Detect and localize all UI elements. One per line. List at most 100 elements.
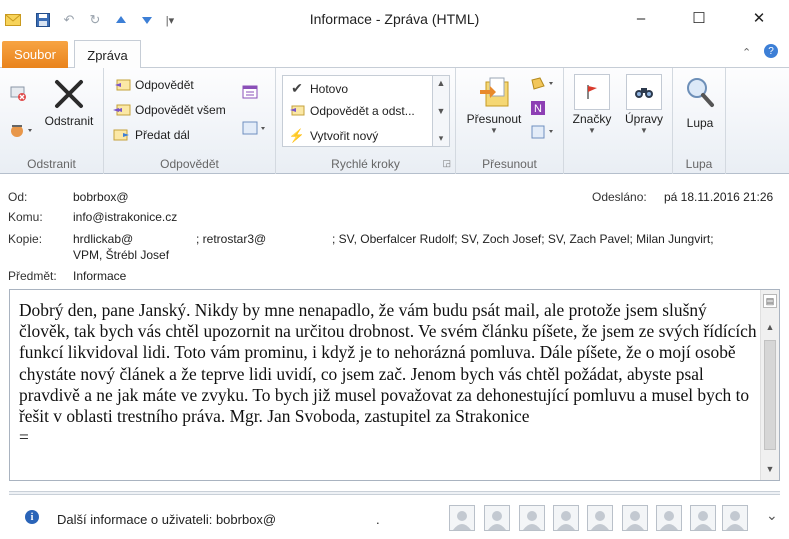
ribbon: Odstranit Odstranit Odpovědět Odpovědět …	[0, 68, 789, 174]
message-trailing: =	[19, 427, 29, 448]
tags-button-label: Značky	[572, 112, 612, 126]
editing-button[interactable]: Úpravy ▼	[618, 74, 670, 135]
cc-recipient-2[interactable]: ; retrostar3@	[196, 232, 266, 246]
minimize-ribbon-icon[interactable]: ⌃	[742, 46, 751, 59]
contact-photo-icon[interactable]	[622, 505, 648, 531]
expand-gallery-icon[interactable]: ▾	[439, 133, 444, 144]
scroll-up-arrow[interactable]: ▲	[763, 320, 777, 334]
quick-step-done[interactable]: ✔ Hotovo	[288, 80, 348, 97]
sent-label: Odesláno:	[592, 190, 647, 204]
tab-file[interactable]: Soubor	[2, 41, 68, 68]
maximize-button[interactable]: ☐	[684, 6, 714, 30]
from-value[interactable]: bobrbox@	[73, 190, 129, 204]
forward-icon	[112, 128, 132, 142]
junk-icon[interactable]	[9, 120, 35, 138]
scroll-down-icon[interactable]: ▼	[437, 106, 446, 116]
to-label: Komu:	[8, 210, 43, 224]
reply-button[interactable]: Odpovědět	[112, 78, 194, 92]
move-button[interactable]: Přesunout ▼	[462, 74, 526, 135]
move-group-label: Přesunout	[482, 157, 537, 171]
message-text[interactable]: Dobrý den, pane Janský. Nikdy by mne nen…	[19, 300, 759, 448]
contact-photo-icon[interactable]	[519, 505, 545, 531]
dropdown-icon: ▼	[640, 126, 648, 135]
quick-steps-group-label: Rychlé kroky	[331, 157, 400, 171]
onenote-icon[interactable]: N	[530, 100, 546, 116]
close-button[interactable]: ✕	[744, 6, 774, 30]
move-group: Přesunout ▼ N Přesunout	[456, 68, 564, 174]
dropdown-icon: ▼	[490, 126, 498, 135]
window-title: Informace - Zpráva (HTML)	[309, 11, 480, 27]
message-paragraph: Dobrý den, pane Janský. Nikdy by mne nen…	[19, 300, 757, 427]
contact-photo-icon[interactable]	[690, 505, 716, 531]
reply-all-icon	[112, 103, 132, 117]
respond-group: Odpovědět Odpovědět všem Předat dál Odpo…	[104, 68, 276, 174]
delete-group: Odstranit Odstranit	[0, 68, 104, 174]
sent-value: pá 18.11.2016 21:26	[664, 190, 774, 204]
scroll-up-icon[interactable]: ▲	[437, 78, 446, 88]
message-body[interactable]: Dobrý den, pane Janský. Nikdy by mne nen…	[9, 289, 780, 481]
quick-step-label: Hotovo	[310, 81, 349, 96]
contact-photo-icon[interactable]	[484, 505, 510, 531]
tab-message[interactable]: Zpráva	[74, 40, 141, 69]
message-header: Od: bobrbox@ Odesláno: pá 18.11.2016 21:…	[0, 175, 789, 285]
quick-step-label: Vytvořit nový	[310, 129, 379, 143]
svg-text:N: N	[534, 103, 542, 115]
people-info-dot: .	[376, 512, 380, 527]
reply-delete-icon	[288, 105, 306, 117]
forward-button[interactable]: Předat dál	[112, 128, 190, 142]
people-info-text[interactable]: Další informace o uživateli: bobrbox@	[57, 512, 276, 527]
contact-photo-icon[interactable]	[553, 505, 579, 531]
more-respond-icon[interactable]	[242, 120, 268, 136]
quick-steps-gallery: ✔ Hotovo Odpovědět a odst... ⚡ Vytvořit …	[282, 75, 434, 147]
help-icon[interactable]: ?	[764, 44, 778, 58]
zoom-button[interactable]: Lupa	[673, 74, 727, 130]
reply-all-button[interactable]: Odpovědět všem	[112, 103, 226, 117]
reply-label: Odpovědět	[135, 78, 194, 92]
info-icon: i	[25, 510, 39, 524]
scroll-down-arrow[interactable]: ▼	[763, 462, 777, 476]
cc-recipients-rest[interactable]: ; SV, Oberfalcer Rudolf; SV, Zoch Josef;…	[332, 232, 714, 246]
tags-button[interactable]: Značky ▼	[566, 74, 618, 135]
magnifier-icon	[687, 78, 714, 107]
scroll-thumb[interactable]	[764, 340, 776, 450]
quick-step-create-new[interactable]: ⚡ Vytvořit nový	[288, 128, 378, 144]
rules-icon[interactable]	[530, 76, 556, 92]
delete-button-label: Odstranit	[44, 114, 94, 128]
zoom-group-label: Lupa	[685, 157, 713, 171]
to-value[interactable]: info@istrakonice.cz	[73, 210, 177, 224]
respond-group-label: Odpovědět	[160, 157, 219, 171]
checkmark-icon: ✔	[291, 80, 303, 96]
contact-photo-icon[interactable]	[587, 505, 613, 531]
dialog-launcher-icon[interactable]: ◲	[442, 158, 451, 169]
quick-steps-scroll[interactable]: ▲ ▼ ▾	[432, 75, 450, 147]
meeting-icon[interactable]	[242, 84, 258, 100]
expand-people-pane-icon[interactable]: ⌄	[766, 507, 778, 524]
cc-recipients-line2[interactable]: VPM, Štrébl Josef	[73, 248, 169, 262]
ignore-icon[interactable]	[9, 84, 27, 102]
contact-photo-icon[interactable]	[449, 505, 475, 531]
reply-all-label: Odpovědět všem	[135, 103, 226, 117]
minimize-button[interactable]: –	[626, 6, 656, 30]
people-pane-splitter[interactable]	[9, 491, 780, 495]
delete-button[interactable]: Odstranit	[40, 76, 98, 128]
contact-photo-icon[interactable]	[656, 505, 682, 531]
quick-step-label: Odpovědět a odst...	[310, 104, 415, 118]
delete-icon	[55, 80, 83, 108]
contact-photo-icon[interactable]	[722, 505, 748, 531]
move-icon	[480, 77, 509, 107]
lightning-icon: ⚡	[288, 128, 306, 143]
delete-group-label: Odstranit	[27, 157, 76, 171]
flag-icon	[574, 74, 610, 110]
cc-recipient-1[interactable]: hrdlickab@	[73, 232, 133, 246]
quick-step-reply-delete[interactable]: Odpovědět a odst...	[288, 104, 415, 118]
message-icon[interactable]: ▤	[763, 294, 777, 308]
vertical-scrollbar[interactable]: ▤ ▲ ▼	[760, 290, 779, 480]
actions-icon[interactable]	[530, 124, 556, 140]
subject-label: Předmět:	[8, 269, 57, 283]
cc-label: Kopie:	[8, 232, 43, 246]
reply-icon	[112, 78, 132, 92]
people-pane: i Další informace o uživateli: bobrbox@ …	[0, 497, 789, 539]
title-bar: ↶ ↻ |▾ Informace - Zpráva (HTML) – ☐ ✕	[0, 0, 789, 38]
zoom-group: Lupa Lupa	[672, 68, 726, 174]
forward-label: Předat dál	[135, 128, 190, 142]
